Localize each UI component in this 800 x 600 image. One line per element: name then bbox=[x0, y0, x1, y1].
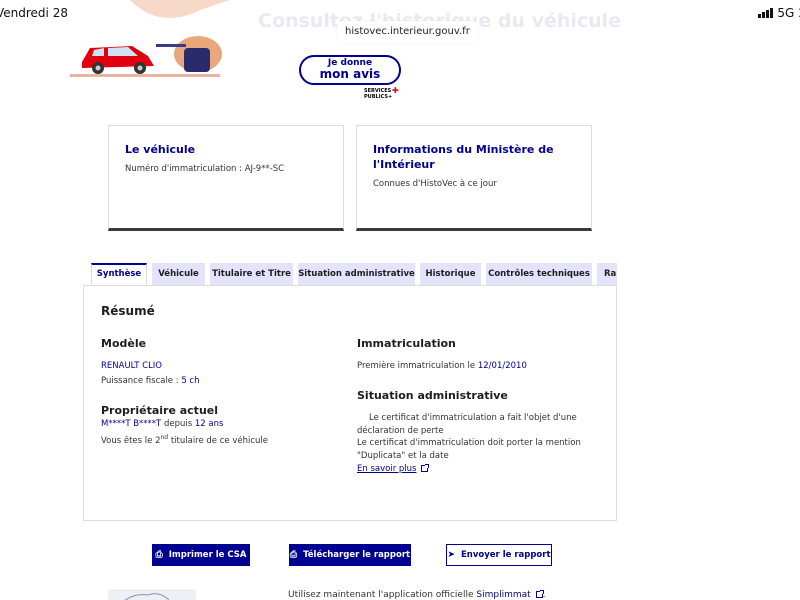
network-type: 5G bbox=[777, 6, 795, 20]
print-csa-label: Imprimer le CSA bbox=[168, 550, 247, 560]
situation-line3: Le certificat d'immatriculation doit por… bbox=[357, 438, 581, 448]
ministry-card-title: Informations du Ministère de l'Intérieur bbox=[373, 143, 554, 171]
feedback-button[interactable]: Je donne mon avis bbox=[299, 55, 401, 85]
services-publics-text: SERVICES PUBLICS+ bbox=[364, 88, 393, 100]
since-value: 12 ans bbox=[194, 419, 224, 429]
first-registration-date: 12/01/2010 bbox=[477, 361, 527, 371]
immatriculation-title: Immatriculation bbox=[357, 337, 456, 350]
situation-line1: Le certificat d'immatriculation a fait l… bbox=[369, 413, 577, 423]
puissance-fiscale: Puissance fiscale : 5 ch bbox=[101, 375, 199, 388]
external-link-icon bbox=[421, 464, 430, 472]
en-savoir-plus-text: En savoir plus bbox=[357, 464, 417, 474]
vehicle-card-title: Le véhicule bbox=[125, 143, 196, 156]
modele-name: RENAULT CLIO bbox=[101, 361, 162, 371]
send-icon: ➤ bbox=[447, 550, 455, 560]
modele-title: Modèle bbox=[101, 337, 147, 350]
services-publics-logo: SERVICES PUBLICS+ ✚ bbox=[364, 86, 404, 101]
vehicle-card: Le véhicule Numéro d'immatriculation : A… bbox=[108, 125, 344, 231]
proprietaire-name: M****T B****T bbox=[101, 419, 162, 429]
rank-suffix: titulaire de ce véhicule bbox=[170, 435, 269, 446]
proprietaire-name-line: M****T B****T depuis 12 ans bbox=[101, 418, 223, 431]
rank-sup: nd bbox=[160, 434, 169, 441]
proprietaire-title: Propriétaire actuel bbox=[101, 404, 219, 417]
external-link-icon bbox=[535, 590, 544, 598]
status-right: 5G 2 bbox=[758, 6, 800, 20]
download-report-button[interactable]: ⎙ Télécharger le rapport bbox=[289, 544, 411, 566]
synthese-panel: Résumé Modèle RENAULT CLIO Puissance fis… bbox=[83, 285, 617, 521]
send-report-button[interactable]: ➤ Envoyer le rapport bbox=[446, 544, 552, 566]
app-illustration bbox=[108, 589, 196, 600]
signal-icon bbox=[758, 8, 774, 18]
puissance-value: 5 ch bbox=[181, 376, 200, 386]
printer-icon: ⎙ bbox=[155, 550, 163, 560]
situation-title: Situation administrative bbox=[357, 389, 508, 402]
app-promo: Utilisez maintenant l'application offici… bbox=[288, 590, 546, 600]
tab-rapport[interactable]: Rap bbox=[597, 263, 617, 285]
tab-controles[interactable]: Contrôles techniques bbox=[486, 263, 592, 285]
simplimmat-link[interactable]: Simplimmat bbox=[476, 590, 530, 600]
tab-situation[interactable]: Situation administrative bbox=[298, 263, 415, 285]
tab-synthese[interactable]: Synthèse bbox=[91, 263, 147, 285]
feedback-line2: mon avis bbox=[319, 67, 381, 81]
tab-historique[interactable]: Historique bbox=[420, 263, 481, 285]
url-bar[interactable]: histovec.interieur.gouv.fr bbox=[337, 21, 478, 43]
app-promo-text: Utilisez maintenant l'application offici… bbox=[288, 590, 477, 600]
car-illustration bbox=[70, 0, 230, 80]
puissance-label: Puissance fiscale : bbox=[101, 376, 182, 386]
send-report-label: Envoyer le rapport bbox=[461, 550, 551, 560]
first-registration: Première immatriculation le 12/01/2010 bbox=[357, 360, 527, 373]
rank-prefix: Vous êtes le 2 bbox=[101, 435, 161, 446]
download-report-label: Télécharger le rapport bbox=[303, 550, 411, 560]
ministry-card: Informations du Ministère de l'Intérieur… bbox=[356, 125, 592, 231]
ministry-card-text: Connues d'HistoVec à ce jour bbox=[373, 179, 497, 189]
first-registration-label: Première immatriculation le bbox=[357, 361, 478, 371]
vehicle-card-plate: Numéro d'immatriculation : AJ-9**-SC bbox=[125, 164, 285, 174]
print-csa-button[interactable]: ⎙ Imprimer le CSA bbox=[152, 544, 250, 566]
printer-icon: ⎙ bbox=[289, 550, 298, 560]
resume-heading: Résumé bbox=[101, 304, 155, 318]
situation-line4: "Duplicata" et la date bbox=[357, 451, 449, 461]
en-savoir-plus-link[interactable]: En savoir plus bbox=[357, 463, 430, 476]
report-tabs: Synthèse Véhicule Titulaire et Titre Sit… bbox=[91, 263, 617, 285]
tab-titulaire[interactable]: Titulaire et Titre bbox=[210, 263, 293, 285]
since-word: depuis bbox=[163, 419, 193, 429]
plus-icon: ✚ bbox=[392, 86, 399, 95]
owner-rank: Vous êtes le 2nd titulaire de ce véhicul… bbox=[101, 431, 268, 448]
tab-vehicule[interactable]: Véhicule bbox=[152, 263, 205, 285]
